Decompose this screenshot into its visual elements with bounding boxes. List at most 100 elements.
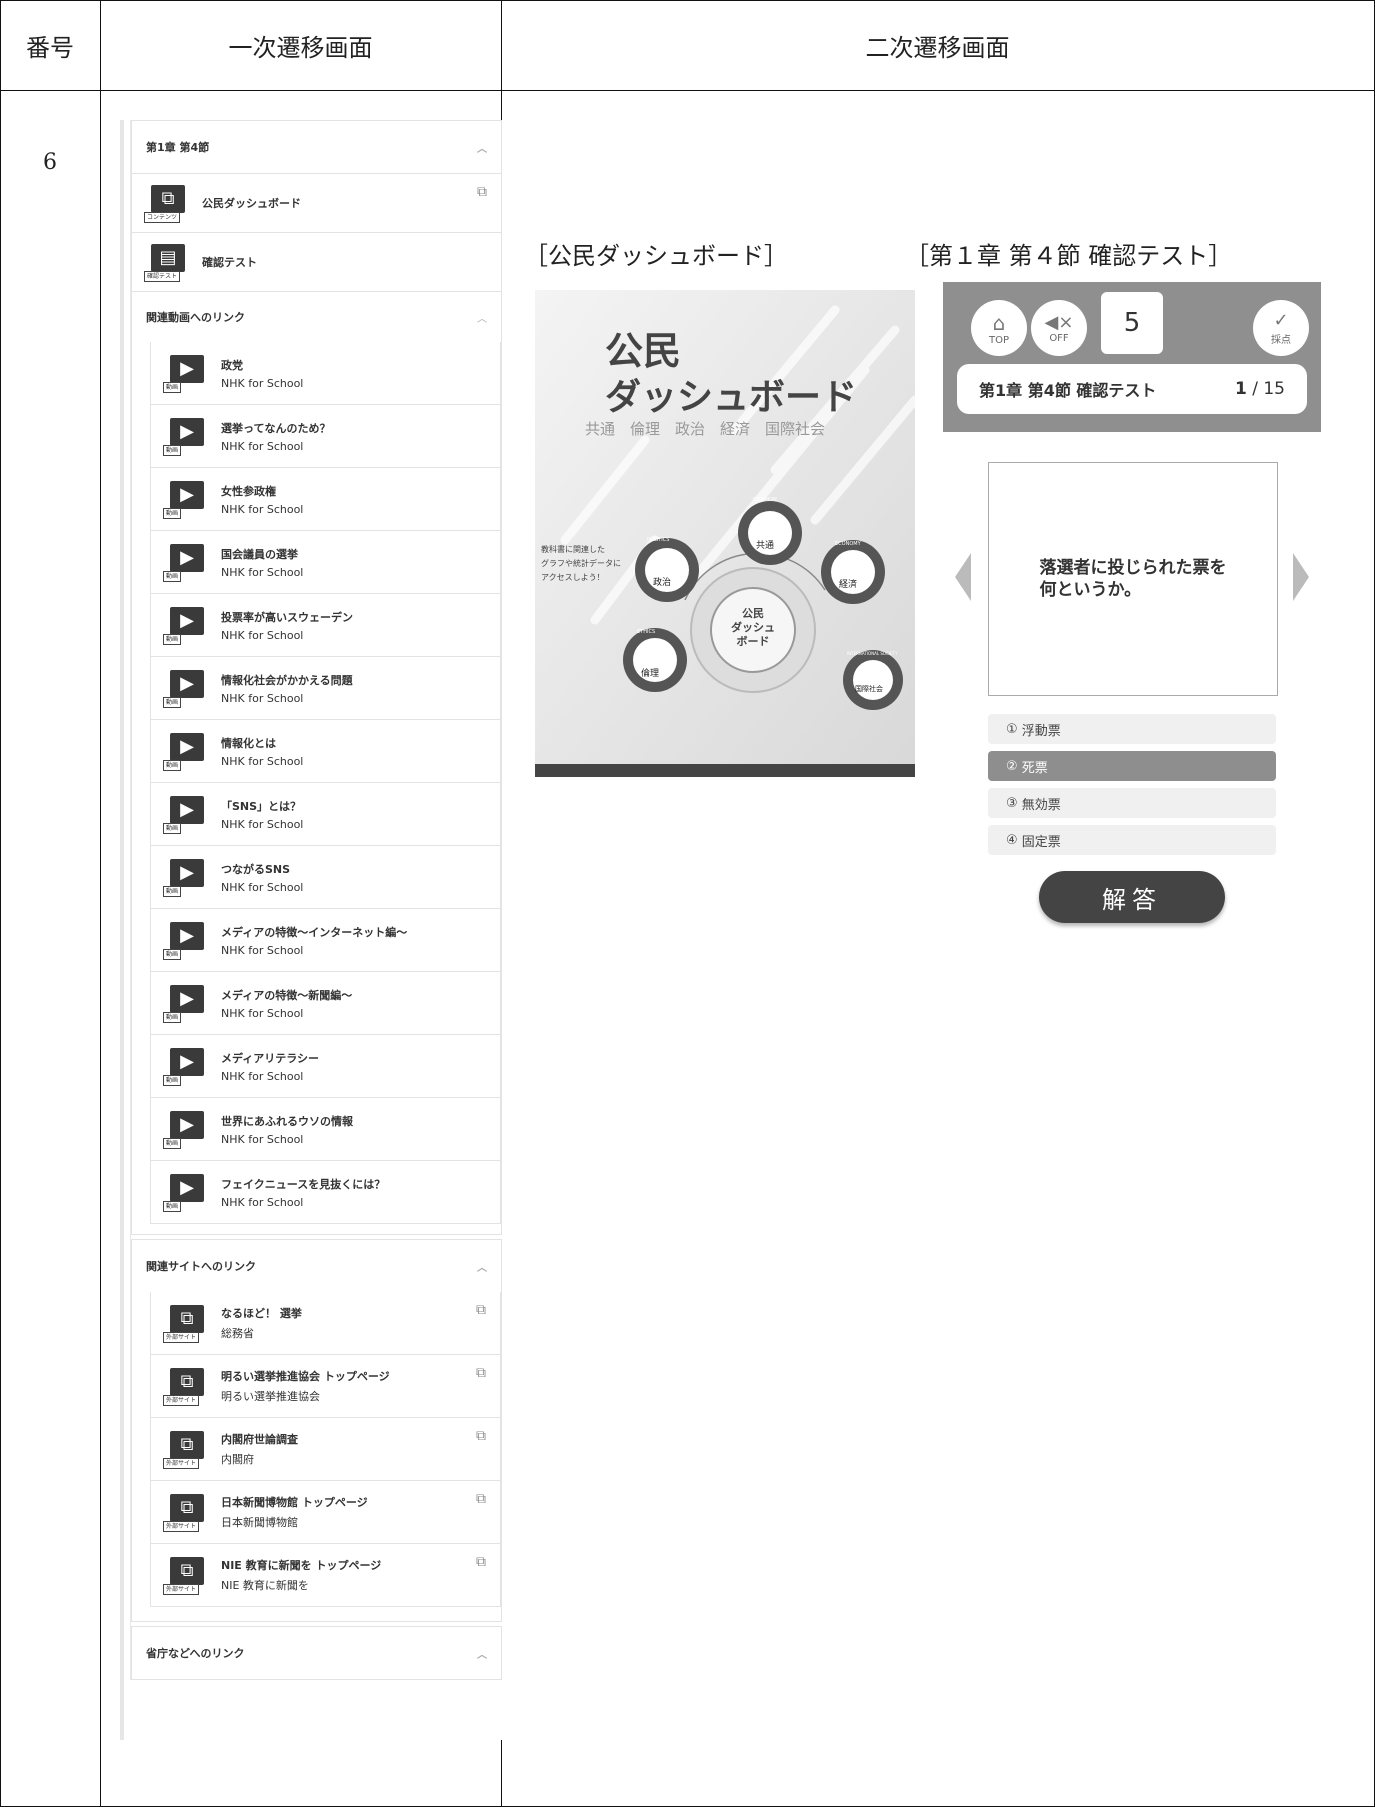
list-item-dashboard[interactable]: ⧉ コンテンツ 公民ダッシュボード ⧉ [132, 173, 501, 232]
node-ethics-label: 倫理 [641, 669, 660, 679]
video-icon: ▶ 動画 [163, 544, 205, 582]
list-item[interactable]: ▶ 動画 「SNS」とは？ NHK for School [151, 782, 500, 845]
dashboard-side-text: 教科書に関連した グラフや統計データに アクセスしよう！ [541, 545, 621, 582]
list-item[interactable]: ▶ 動画 情報化社会がかかえる問題 NHK for School [151, 656, 500, 719]
chevron-up-icon[interactable]: ︿ [477, 310, 487, 325]
header-number: 番号 [26, 33, 74, 62]
open-external-icon[interactable]: ⧉ [476, 1428, 486, 1444]
list-item[interactable]: ▶ 動画 情報化とは NHK for School [151, 719, 500, 782]
chevron-up-icon[interactable]: ︿ [477, 1259, 487, 1274]
list-item[interactable]: ⧉ 外部サイト なるほど！ 選挙 総務省 ⧉ [151, 1292, 500, 1354]
list-item[interactable]: ▶ 動画 つながるSNS NHK for School [151, 845, 500, 908]
next-question-arrow-icon[interactable] [1293, 553, 1309, 601]
video-icon: ▶ 動画 [163, 607, 205, 645]
dashboard-bottom-bar [535, 764, 915, 777]
external-link-icon: ⧉ 外部サイト [163, 1368, 205, 1406]
open-external-icon[interactable]: ⧉ [476, 1491, 486, 1507]
video-list: ▶ 動画 政党 NHK for School ▶ 動画 選挙ってなんのため？ NHK for … [150, 342, 501, 1224]
open-external-icon[interactable]: ⧉ [476, 1302, 486, 1318]
sound-toggle-button[interactable]: ◀× OFF [1031, 300, 1087, 356]
external-link-icon: ⧉ 外部サイト [163, 1494, 205, 1532]
list-item-source: 総務省 [221, 1327, 254, 1340]
node-economy-label: 経済 [839, 580, 858, 590]
node-international-label: 国際社会 [855, 685, 883, 693]
videos-section-title: 関連動画へのリンク [146, 311, 245, 324]
dashboard-title-line2: ダッシュボード [605, 377, 858, 418]
video-icon: ▶ 動画 [163, 481, 205, 519]
list-item-title: フェイクニュースを見抜くには？ [221, 1177, 386, 1191]
list-item-confirm-test[interactable]: ▤ 確認テスト 確認テスト [132, 232, 501, 291]
sites-section: 関連サイトへのリンク ︿ ⧉ 外部サイト なるほど！ 選挙 総務省 ⧉ ⧉ 外部サイト 明るい… [131, 1239, 502, 1622]
test-title: 第1章 第4節 確認テスト [979, 381, 1157, 400]
ministries-section-header[interactable]: 省庁などへのリンク ︿ [132, 1627, 501, 1679]
list-item-title: 確認テスト [202, 256, 257, 269]
chapter-section-header[interactable]: 第1章 第4節 ︿ [132, 121, 501, 173]
list-item-title: 明るい選挙推進協会 トップページ [221, 1370, 390, 1383]
home-button[interactable]: ⌂ TOP [971, 300, 1027, 356]
prev-question-arrow-icon[interactable] [955, 553, 971, 601]
list-item[interactable]: ▶ 動画 選挙ってなんのため？ NHK for School [151, 404, 500, 467]
external-link-icon: ⧉ 外部サイト [163, 1557, 205, 1595]
dashboard-caption: ［公民ダッシュボード］ [524, 242, 788, 270]
list-item-source: 内閣府 [221, 1453, 254, 1466]
list-item[interactable]: ▶ 動画 投票率が高いスウェーデン NHK for School [151, 593, 500, 656]
video-icon: ▶ 動画 [163, 670, 205, 708]
list-item-title: NIE 教育に新聞を トップページ [221, 1559, 382, 1572]
arc-label-politics: POLITICS [647, 537, 670, 543]
chevron-up-icon[interactable]: ︿ [477, 1646, 487, 1661]
list-item[interactable]: ▶ 動画 メディアの特徴～インターネット編～ NHK for School [151, 908, 500, 971]
list-item-title: 日本新聞博物館 トップページ [221, 1496, 368, 1509]
videos-section-header[interactable]: 関連動画へのリンク ︿ [132, 291, 501, 342]
row-number: 6 [43, 150, 57, 175]
list-item-source: 明るい選挙推進協会 [221, 1390, 320, 1403]
dashboard-title-line1: 公民 [605, 329, 682, 373]
choice-2-selected[interactable]: ② 死票 [988, 751, 1276, 781]
list-item-source: NHK for School [221, 1069, 304, 1083]
video-icon: ▶ 動画 [163, 796, 205, 834]
choice-3[interactable]: ③ 無効票 [988, 788, 1276, 818]
list-item[interactable]: ⧉ 外部サイト NIE 教育に新聞を トップページ NIE 教育に新聞を ⧉ [151, 1543, 500, 1606]
list-item[interactable]: ▶ 動画 世界にあふれるウソの情報 NHK for School [151, 1097, 500, 1160]
list-item-source: NHK for School [221, 502, 304, 516]
ministries-section-title: 省庁などへのリンク [146, 1647, 245, 1660]
quiz-caption: ［第１章 第４節 確認テスト］ [905, 242, 1233, 270]
sites-section-header[interactable]: 関連サイトへのリンク ︿ [132, 1240, 501, 1292]
score-button[interactable]: ✓ 採点 [1253, 300, 1309, 356]
list-item-title: 世界にあふれるウソの情報 [221, 1114, 353, 1128]
list-item-title: 国会議員の選挙 [221, 547, 298, 561]
chevron-up-icon[interactable]: ︿ [477, 140, 487, 155]
list-item[interactable]: ⧉ 外部サイト 明るい選挙推進協会 トップページ 明るい選挙推進協会 ⧉ [151, 1354, 500, 1417]
list-item-source: NHK for School [221, 817, 304, 831]
arc-label-economy: ECONOMY [835, 541, 861, 547]
list-item[interactable]: ▶ 動画 メディアリテラシー NHK for School [151, 1034, 500, 1097]
chapter-section: 第1章 第4節 ︿ ⧉ コンテンツ 公民ダッシュボード ⧉ ▤ 確認テスト 確認テス… [131, 120, 502, 1235]
video-icon: ▶ 動画 [163, 1111, 205, 1149]
speaker-mute-icon: ◀× [1044, 312, 1074, 333]
quiz-header: ⌂ TOP ◀× OFF 5 ✓ 採点 第1章 第4節 確認テスト 1 / 15 [943, 282, 1321, 432]
dashboard-screenshot[interactable]: 公民 ダッシュボード 共通 倫理 政治 経済 国際社会 教科書に関連した グラフや… [535, 290, 915, 777]
external-link-icon: ⧉ 外部サイト [163, 1431, 205, 1469]
question-counter: 5 [1101, 292, 1163, 354]
list-item[interactable]: ▶ 動画 メディアの特徴～新聞編～ NHK for School [151, 971, 500, 1034]
site-list: ⧉ 外部サイト なるほど！ 選挙 総務省 ⧉ ⧉ 外部サイト 明るい選挙推進協会 トップページ… [150, 1292, 501, 1607]
list-item[interactable]: ▶ 動画 国会議員の選挙 NHK for School [151, 530, 500, 593]
open-external-icon[interactable]: ⧉ [477, 184, 487, 200]
list-item-source: NHK for School [221, 880, 304, 894]
external-link-icon: ⧉ 外部サイト [163, 1305, 205, 1343]
list-item-source: NHK for School [221, 754, 304, 768]
list-item[interactable]: ▶ 動画 フェイクニュースを見抜くには？ NHK for School [151, 1160, 500, 1223]
list-item[interactable]: ⧉ 外部サイト 内閣府世論調査 内閣府 ⧉ [151, 1417, 500, 1480]
choice-1[interactable]: ① 浮動票 [988, 714, 1276, 744]
list-item-source: NHK for School [221, 439, 304, 453]
progress-indicator: 1 / 15 [1234, 379, 1285, 399]
list-item[interactable]: ▶ 動画 女性参政権 NHK for School [151, 467, 500, 530]
open-external-icon[interactable]: ⧉ [476, 1554, 486, 1570]
list-item[interactable]: ⧉ 外部サイト 日本新聞博物館 トップページ 日本新聞博物館 ⧉ [151, 1480, 500, 1543]
node-common-label: 共通 [756, 541, 775, 551]
choice-4[interactable]: ④ 固定票 [988, 825, 1276, 855]
open-external-icon[interactable]: ⧉ [476, 1365, 486, 1381]
list-item-source: NHK for School [221, 1006, 304, 1020]
list-item-source: NHK for School [221, 1132, 304, 1146]
list-item[interactable]: ▶ 動画 政党 NHK for School [151, 342, 500, 404]
answer-button[interactable]: 解答 [1039, 871, 1225, 923]
